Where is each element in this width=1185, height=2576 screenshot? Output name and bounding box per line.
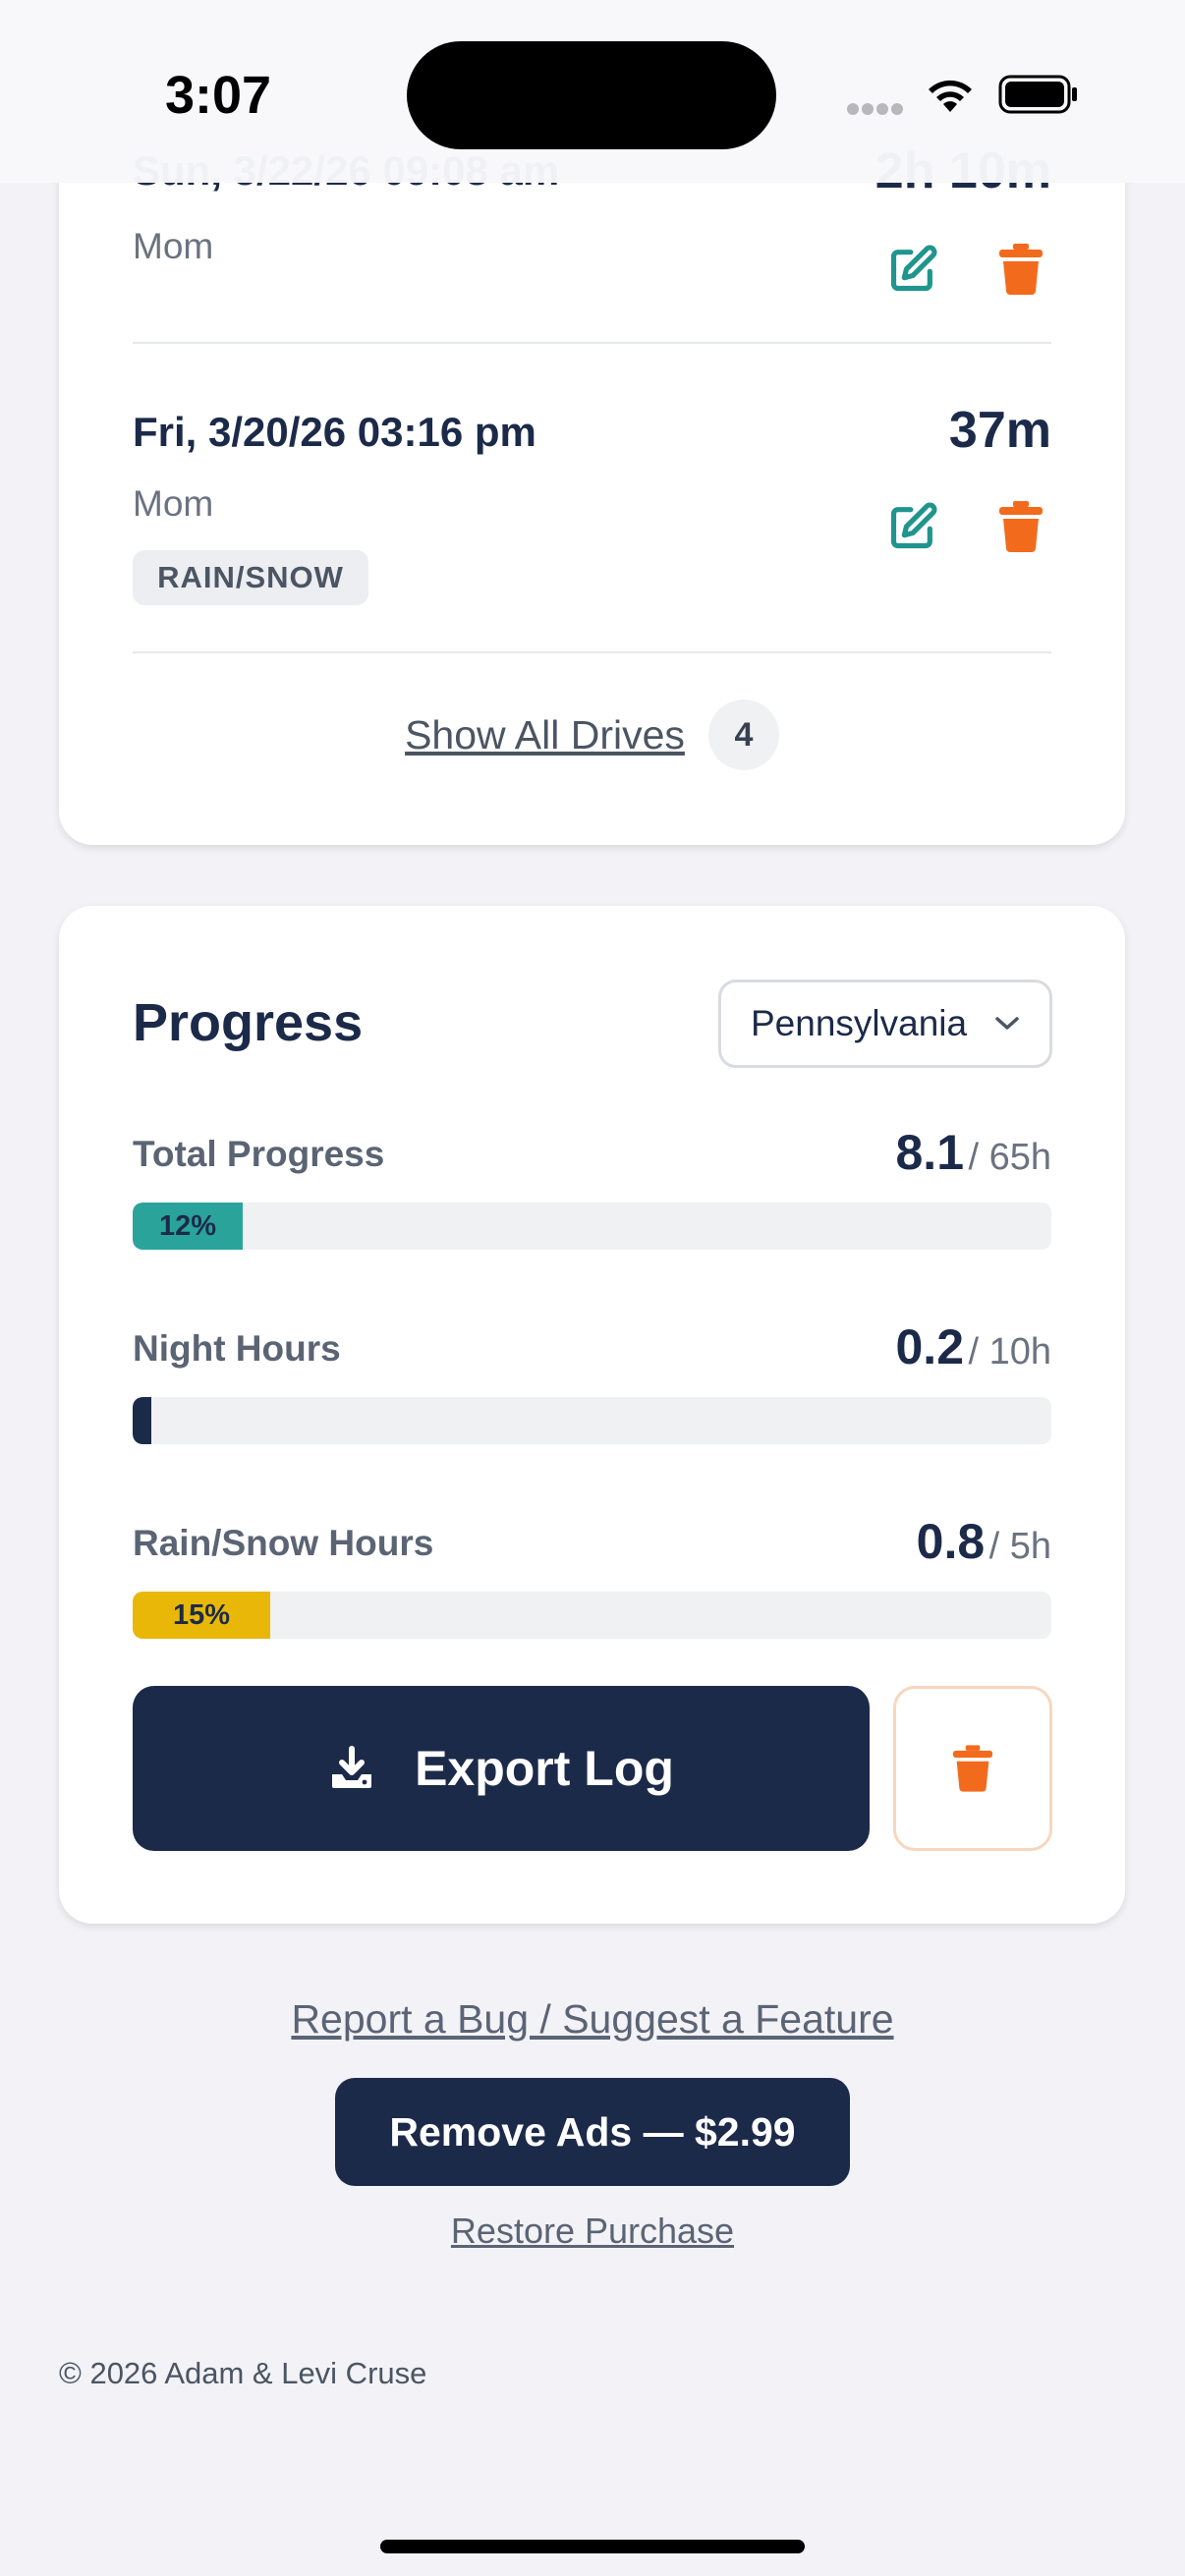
- progress-fill: 15%: [133, 1592, 270, 1639]
- progress-value: 0.2 / 10h: [896, 1318, 1052, 1375]
- progress-fill: 12%: [133, 1203, 243, 1250]
- progress-value: 8.1 / 65h: [896, 1124, 1052, 1181]
- export-log-button[interactable]: Export Log: [133, 1686, 870, 1851]
- progress-current: 0.2: [895, 1319, 965, 1374]
- progress-current: 0.8: [916, 1514, 986, 1569]
- progress-label: Night Hours: [133, 1328, 341, 1369]
- progress-label: Rain/Snow Hours: [133, 1523, 434, 1563]
- weather-tag: RAIN/SNOW: [133, 550, 368, 605]
- delete-log-button[interactable]: [893, 1686, 1052, 1851]
- status-time: 3:07: [165, 66, 272, 125]
- battery-icon: [998, 75, 1077, 114]
- trash-icon: [999, 501, 1043, 552]
- signal-dots-icon: [847, 102, 908, 116]
- drive-divider: [133, 651, 1051, 653]
- trash-icon: [999, 244, 1043, 295]
- restore-purchase-link[interactable]: Restore Purchase: [0, 2211, 1185, 2252]
- chevron-down-icon: [995, 1017, 1019, 1030]
- remove-ads-button[interactable]: Remove Ads — $2.99: [335, 2078, 850, 2186]
- drive-count-badge: 4: [707, 700, 779, 770]
- home-indicator: [380, 2540, 805, 2553]
- progress-bar: [133, 1397, 1051, 1444]
- recent-drives-card: Sun, 3/22/26 09:08 am 2h 10m Mom Fri, 3/…: [59, 118, 1125, 845]
- progress-value: 0.8 / 5h: [917, 1513, 1051, 1570]
- delete-drive-button[interactable]: [993, 242, 1048, 297]
- drive-divider: [133, 342, 1051, 344]
- progress-goal: / 5h: [988, 1526, 1051, 1567]
- state-select-value: Pennsylvania: [751, 1003, 968, 1043]
- progress-bar: 15%: [133, 1592, 1051, 1639]
- drive-driver: Mom: [133, 226, 214, 266]
- show-all-drives-link[interactable]: Show All Drives: [405, 712, 685, 758]
- edit-icon: [890, 245, 937, 292]
- progress-goal: / 65h: [968, 1137, 1051, 1178]
- progress-fill: [133, 1397, 151, 1444]
- state-select[interactable]: Pennsylvania: [718, 980, 1052, 1068]
- trash-icon: [953, 1745, 992, 1792]
- progress-goal: / 10h: [968, 1331, 1051, 1372]
- progress-bar: 12%: [133, 1203, 1051, 1250]
- show-all-drives[interactable]: Show All Drives 4: [59, 700, 1125, 770]
- report-bug-link[interactable]: Report a Bug / Suggest a Feature: [0, 1996, 1185, 2043]
- status-bar: 3:07: [0, 0, 1185, 183]
- edit-icon: [890, 502, 937, 549]
- edit-drive-button[interactable]: [885, 242, 940, 297]
- copyright-text: © 2026 Adam & Levi Cruse: [59, 2356, 427, 2390]
- export-log-label: Export Log: [415, 1741, 674, 1796]
- drive-driver: Mom: [133, 483, 214, 524]
- progress-title: Progress: [133, 993, 364, 1052]
- progress-current: 8.1: [895, 1125, 965, 1180]
- drive-duration: 37m: [948, 402, 1051, 459]
- delete-drive-button[interactable]: [993, 499, 1048, 554]
- download-icon: [332, 1746, 372, 1788]
- edit-drive-button[interactable]: [885, 499, 940, 554]
- progress-card: Progress Pennsylvania Total Progress 8.1…: [59, 906, 1125, 1924]
- dynamic-island: [407, 41, 776, 149]
- progress-label: Total Progress: [133, 1134, 385, 1174]
- wifi-icon: [929, 80, 972, 112]
- drive-date: Fri, 3/20/26 03:16 pm: [133, 409, 536, 455]
